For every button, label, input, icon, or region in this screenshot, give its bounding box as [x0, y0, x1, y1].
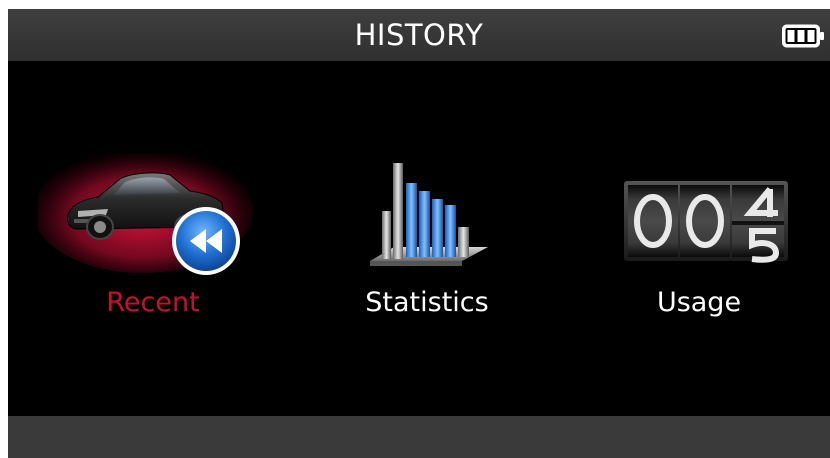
menu-item-label: Statistics	[365, 287, 489, 318]
device-screen: HISTORY Recent Statistics Usage	[8, 9, 830, 458]
menu-item-usage[interactable]: Usage	[584, 61, 814, 416]
car-rewind-icon	[38, 153, 253, 275]
menu-item-label: Usage	[656, 287, 742, 318]
menu-item-recent[interactable]: Recent	[38, 61, 268, 416]
history-menu: Recent Statistics Usage	[8, 61, 830, 416]
bar-chart-icon	[370, 163, 488, 266]
bottom-bar	[8, 416, 830, 458]
menu-item-statistics[interactable]: Statistics	[312, 61, 542, 416]
page-title: HISTORY	[354, 18, 484, 52]
battery-full-icon	[782, 24, 824, 48]
menu-item-label: Recent	[106, 287, 200, 318]
odometer-counter-icon	[624, 181, 788, 263]
title-bar: HISTORY	[8, 9, 830, 61]
